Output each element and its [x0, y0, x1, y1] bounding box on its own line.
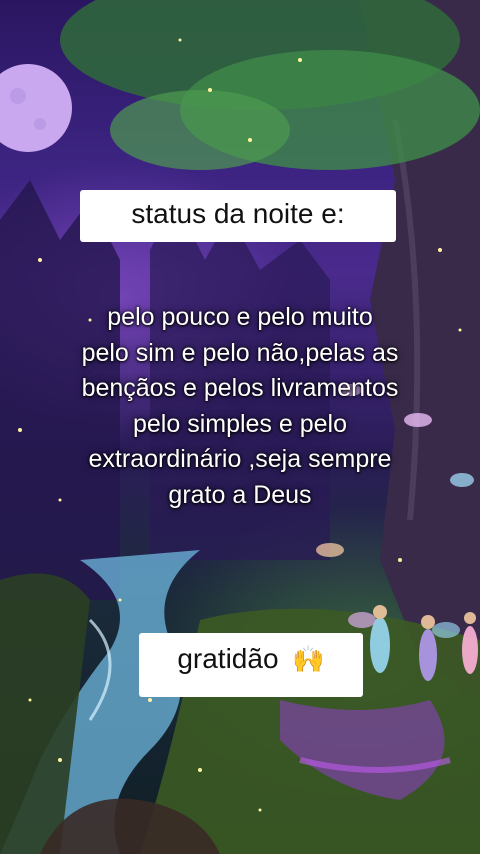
title-caption: status da noite e: — [80, 190, 396, 242]
body-text-block: pelo pouco e pelo muito pelo sim e pelo … — [0, 300, 480, 513]
body-line-3: bençãos e pelos livramentos — [81, 374, 399, 402]
moon — [0, 64, 72, 152]
body-line-2: pelo sim e pelo não,pelas as — [81, 338, 399, 367]
title-text: status da noite e: — [131, 198, 345, 229]
body-line-5: extraordinário ,seja sempre — [88, 445, 392, 473]
footer-text: gratidão — [177, 643, 279, 674]
body-line-4: pelo simples e pelo — [132, 409, 347, 438]
raised-hands-icon: 🙌 — [292, 644, 325, 674]
body-line-6: grato a Deus — [168, 480, 312, 509]
body-line-1: pelo pouco e pelo muito — [107, 303, 373, 331]
footer-caption: gratidão 🙌 — [139, 633, 363, 697]
